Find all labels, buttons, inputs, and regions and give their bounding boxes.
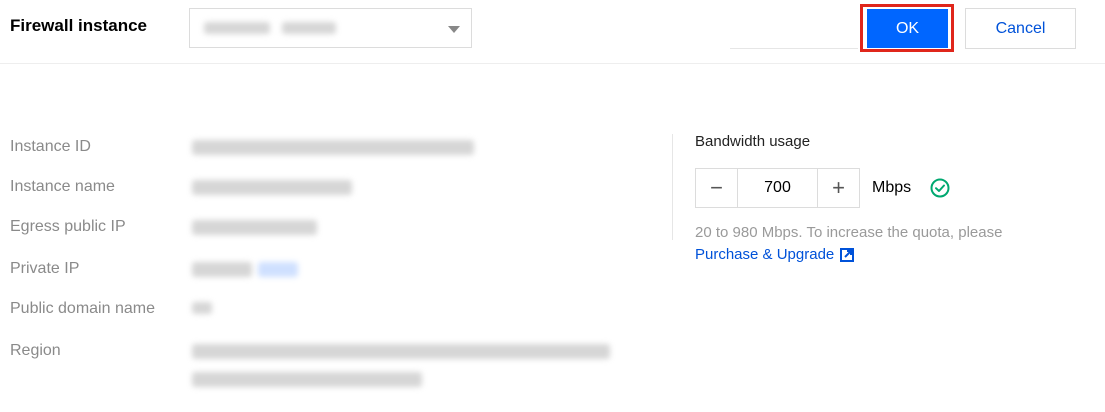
divider — [730, 48, 858, 49]
decrement-button[interactable]: − — [696, 169, 738, 207]
bandwidth-input[interactable]: 700 — [738, 169, 817, 207]
instance-name-label: Instance name — [10, 178, 115, 195]
instance-id-label: Instance ID — [10, 138, 91, 155]
purchase-upgrade-label[interactable]: Purchase & Upgrade — [695, 246, 834, 263]
top-bar: Firewall instance OK Cancel — [0, 0, 1105, 64]
increment-button[interactable]: + — [817, 169, 859, 207]
cancel-button[interactable]: Cancel — [965, 8, 1076, 49]
egress-public-ip-label: Egress public IP — [10, 218, 126, 235]
firewall-instance-label: Firewall instance — [10, 16, 147, 35]
private-ip-label: Private IP — [10, 260, 80, 277]
bandwidth-unit: Mbps — [872, 179, 912, 196]
bandwidth-usage-label: Bandwidth usage — [695, 133, 811, 150]
bandwidth-stepper[interactable]: − 700 + — [695, 168, 860, 208]
instance-name-value — [192, 180, 352, 195]
public-domain-name-label: Public domain name — [10, 300, 155, 317]
chevron-down-icon[interactable] — [448, 26, 460, 33]
purchase-upgrade-link[interactable]: Purchase & Upgrade — [695, 246, 855, 263]
region-label: Region — [10, 342, 61, 359]
firewall-instance-select[interactable] — [189, 8, 472, 48]
region-value-line1 — [192, 344, 610, 359]
check-circle-icon — [930, 178, 950, 198]
bandwidth-hint: 20 to 980 Mbps. To increase the quota, p… — [695, 224, 1003, 241]
external-link-icon[interactable] — [840, 247, 855, 262]
private-ip-link[interactable] — [258, 262, 298, 277]
egress-public-ip-value — [192, 220, 317, 235]
ok-button[interactable]: OK — [867, 9, 948, 48]
redacted-value — [204, 22, 270, 34]
instance-id-value — [192, 140, 474, 155]
public-domain-name-value — [192, 302, 212, 314]
redacted-value — [282, 22, 336, 34]
region-value-line2 — [192, 372, 422, 387]
vertical-divider — [672, 134, 673, 240]
private-ip-value — [192, 262, 252, 277]
